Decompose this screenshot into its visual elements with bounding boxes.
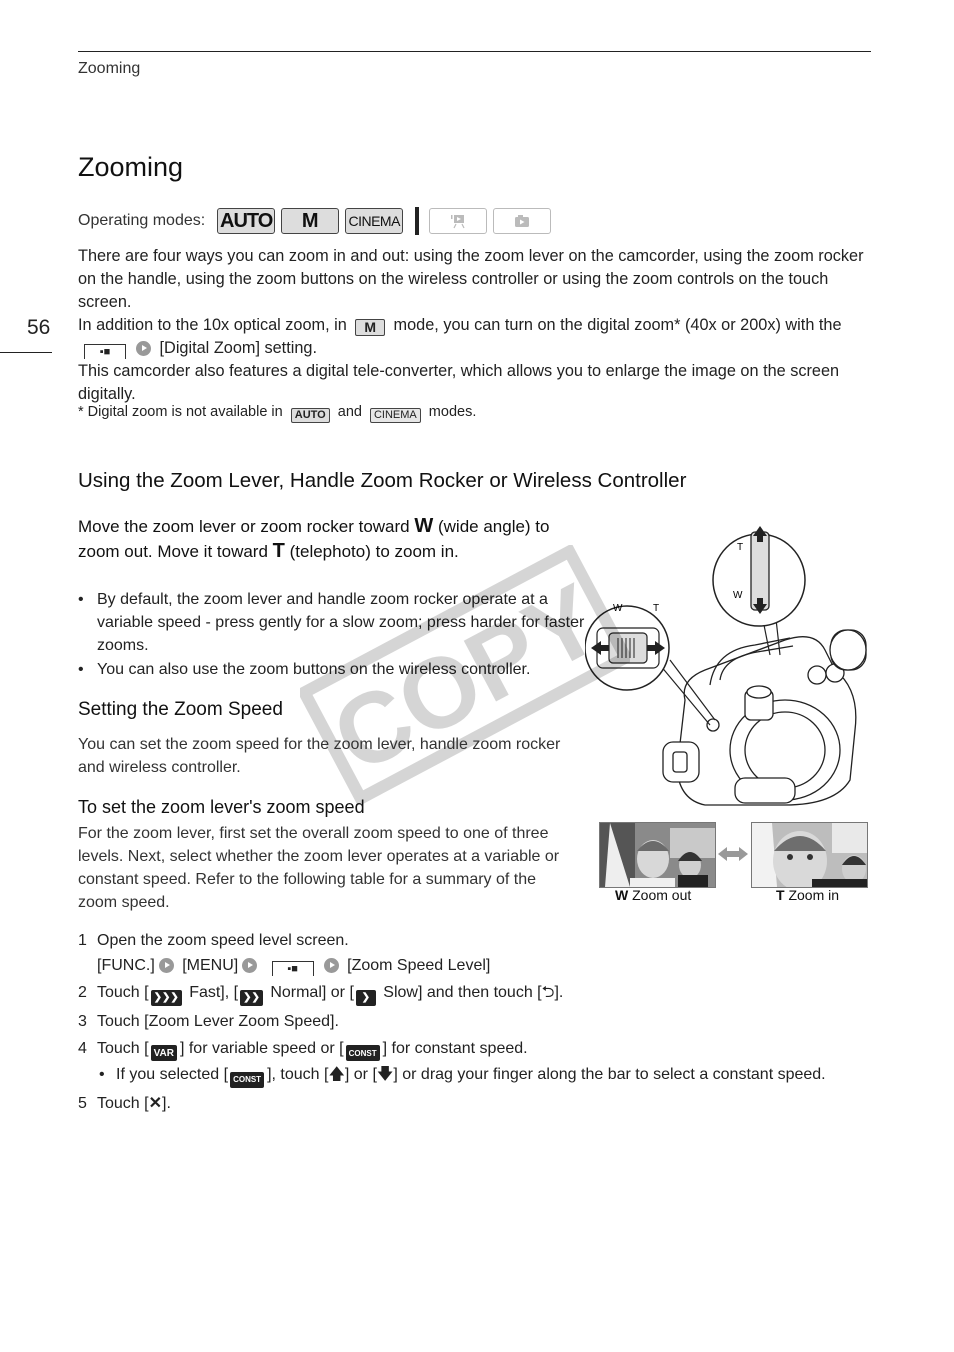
page-number-rule [0, 352, 52, 353]
zoom-double-arrow-icon [718, 847, 748, 861]
close-icon: ✕ [148, 1094, 162, 1112]
next-arrow-icon [136, 341, 151, 356]
wide-w-symbol: W [414, 515, 434, 537]
down-arrow-icon: 🡇 [376, 1066, 394, 1083]
step-3: 3 Touch [Zoom Lever Zoom Speed]. [78, 1012, 339, 1030]
step-4: 4 Touch [VAR] for variable speed or [CON… [78, 1037, 868, 1061]
up-arrow-icon: 🡅 [328, 1066, 345, 1083]
step-4-note: If you selected [CONST], touch [🡅] or [🡇… [78, 1063, 868, 1088]
next-arrow-icon [323, 958, 339, 973]
mode-separator [415, 207, 420, 235]
zoom-in-photo [751, 822, 868, 888]
zoom-out-photo [599, 822, 716, 888]
lever-t-label: T [653, 603, 659, 614]
movie-playback-mode-icon [429, 208, 488, 234]
zoom-lever-speed-description: For the zoom lever, first set the overal… [78, 825, 560, 911]
zoom-lever-notes: By default, the zoom lever and handle zo… [78, 588, 588, 682]
note-item: By default, the zoom lever and handle zo… [78, 588, 588, 657]
intro-paragraph-1: There are four ways you can zoom in and … [78, 247, 864, 311]
camcorder-illustration: T W W T [585, 526, 867, 806]
var-icon: VAR [150, 1045, 177, 1061]
operating-modes-label: Operating modes: [78, 212, 206, 229]
section-heading-zoom-speed: Setting the Zoom Speed [78, 699, 283, 720]
zoom-speed-description: You can set the zoom speed for the zoom … [78, 736, 561, 776]
cinema-badge: CINEMA [369, 407, 421, 423]
next-arrow-icon [242, 958, 258, 973]
slow-speed-icon: ❯ [355, 989, 376, 1006]
const-icon: CONST [230, 1071, 265, 1088]
handle-t-label: T [737, 542, 743, 553]
header-rule [78, 51, 871, 52]
intro-paragraph-2: In addition to the 10x optical zoom, in … [78, 316, 842, 359]
mode-cinema-icon: CINEMA [345, 208, 404, 234]
operating-modes: Operating modes: AUTO M CINEMA [78, 205, 557, 237]
intro-text: There are four ways you can zoom in and … [78, 245, 873, 406]
movie-menu-tab-icon: ▪■ [271, 961, 314, 976]
zoom-lever-instructions: Move the zoom lever or zoom rocker towar… [78, 515, 550, 562]
handle-w-label: W [733, 590, 743, 601]
procedure-steps: 1 Open the zoom speed level screen. [FUN… [78, 929, 868, 1115]
page-title: Zooming [78, 152, 184, 182]
step-1: 1 Open the zoom speed level screen. [78, 932, 349, 949]
movie-menu-tab-icon: ▪■ [84, 344, 126, 359]
auto-badge: AUTO [290, 407, 330, 423]
tele-t-symbol: T [272, 540, 285, 562]
section-heading-zoom-lever: Using the Zoom Lever, Handle Zoom Rocker… [78, 469, 687, 492]
step-5: 5 Touch [✕]. [78, 1094, 171, 1112]
zoom-in-caption: T Zoom in [776, 887, 840, 903]
mode-m-icon: M [281, 208, 340, 234]
next-arrow-icon [158, 958, 174, 973]
step-2: 2 Touch [❯❯❯ Fast], [❯❯ Normal] or [ ❯ S… [78, 981, 868, 1006]
intro-paragraph-3: This camcorder also features a digital t… [78, 362, 840, 403]
const-icon: CONST [345, 1045, 380, 1061]
subheading-zoom-lever-speed: To set the zoom lever's zoom speed [78, 797, 365, 817]
note-item: You can also use the zoom buttons on the… [78, 658, 588, 681]
normal-speed-icon: ❯❯ [240, 989, 263, 1006]
step-1-menu-path: [FUNC.] [MENU] ▪■ [Zoom Speed Level] [97, 957, 491, 976]
page-number: 56 [27, 316, 51, 339]
zoom-out-caption: W Zoom out [615, 887, 692, 903]
running-title: Zooming [78, 60, 141, 77]
footnote: * Digital zoom is not available in AUTO … [78, 404, 477, 423]
fast-speed-icon: ❯❯❯ [150, 989, 182, 1006]
photo-playback-mode-icon [493, 208, 552, 234]
lever-w-label: W [613, 603, 623, 614]
mode-m-badge: M [355, 319, 386, 336]
mode-auto-icon: AUTO [217, 208, 276, 234]
back-icon: ⮌ [541, 984, 555, 1001]
